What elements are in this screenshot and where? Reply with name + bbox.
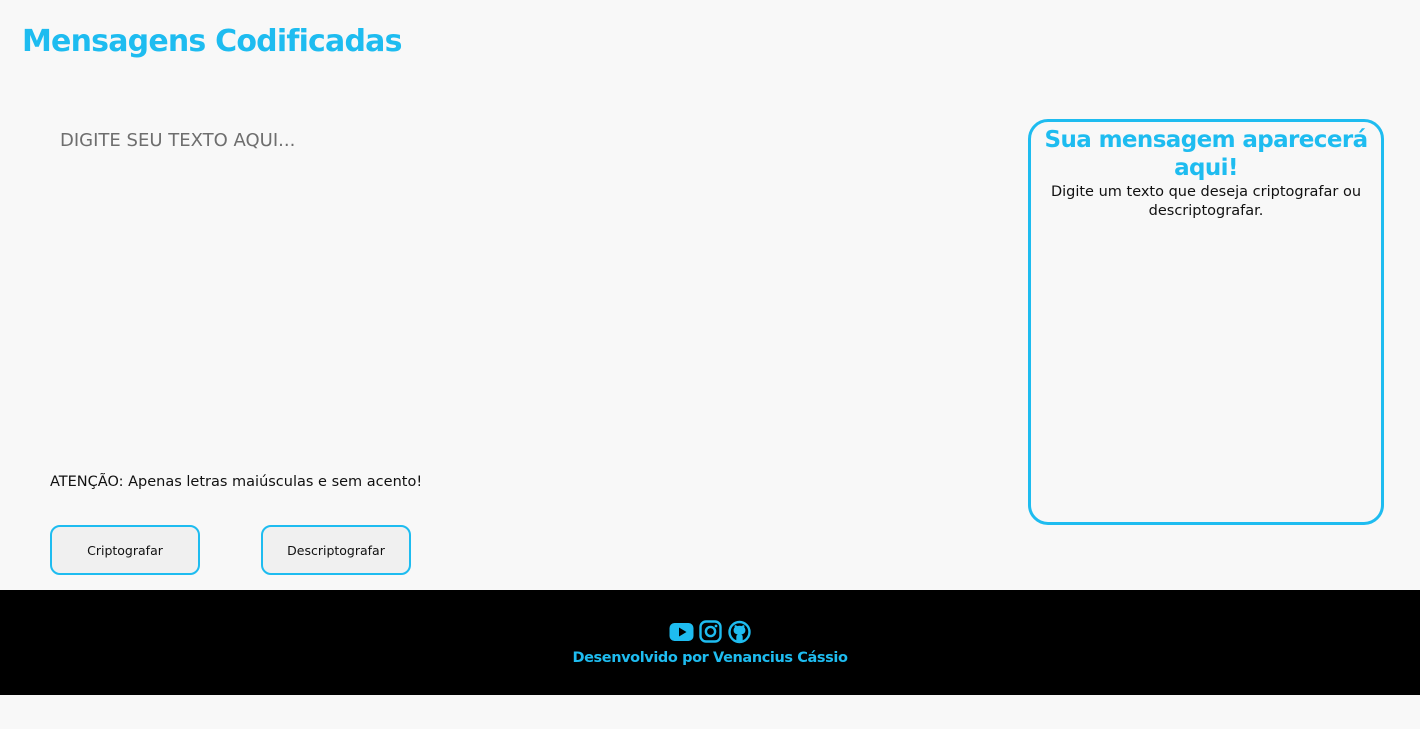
youtube-icon[interactable]: [669, 620, 694, 644]
warning-text: ATENÇÃO: Apenas letras maiúsculas e sem …: [50, 474, 423, 490]
message-input[interactable]: [50, 118, 990, 448]
encrypt-button[interactable]: Criptografar: [50, 525, 200, 575]
footer: Desenvolvido por Venancius Cássio: [0, 590, 1420, 695]
output-text: Digite um texto que deseja criptografar …: [1050, 184, 1362, 219]
github-icon[interactable]: [727, 620, 752, 644]
app-title: Mensagens Codificadas: [22, 24, 402, 59]
output-title: Sua mensagem aparecerá aqui!: [1044, 127, 1369, 181]
instagram-icon[interactable]: [698, 620, 723, 644]
social-links: [0, 620, 1420, 644]
page: Mensagens Codificadas ATENÇÃO: Apenas le…: [0, 0, 1420, 729]
output-panel: Sua mensagem aparecerá aqui! Digite um t…: [1028, 119, 1384, 525]
decrypt-button[interactable]: Descriptografar: [261, 525, 411, 575]
footer-credit: Desenvolvido por Venancius Cássio: [572, 650, 848, 666]
